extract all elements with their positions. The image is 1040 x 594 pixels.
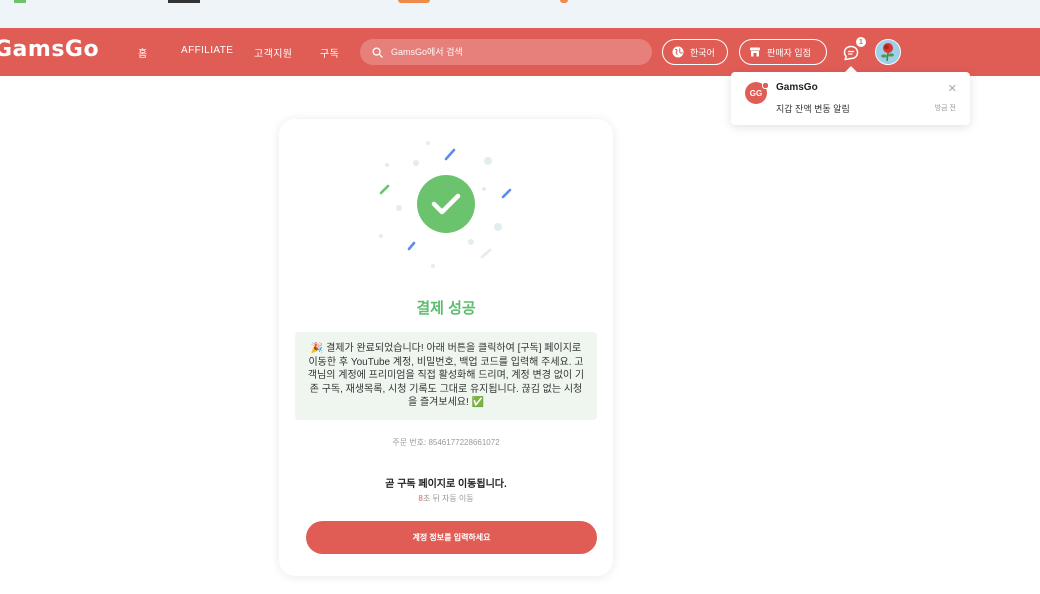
- globe-icon: [672, 46, 684, 58]
- top-browser-strip: [0, 0, 1040, 29]
- notification-time: 방금 전: [934, 105, 956, 112]
- top-navbar: GamsGo 홈 AFFILIATE 고객지원 구독 한국어 판매자 입점 1: [0, 28, 1040, 76]
- nav-link-subscription[interactable]: 구독: [320, 45, 339, 60]
- strip-fragment: [560, 0, 568, 3]
- strip-fragment: [168, 0, 200, 3]
- search-bar[interactable]: [360, 39, 652, 65]
- nav-link-home[interactable]: 홈: [138, 45, 148, 60]
- rose-avatar-icon: [876, 40, 899, 63]
- nav-link-affiliate[interactable]: AFFILIATE: [181, 45, 233, 56]
- enter-account-info-button[interactable]: 계정 정보를 입력하세요: [306, 521, 597, 554]
- strip-fragment: [14, 0, 26, 3]
- notification-popup[interactable]: GG GamsGo ✕ 지갑 잔액 변동 알림 방금 전: [731, 72, 970, 125]
- language-label: 한국어: [690, 47, 715, 58]
- message-icon[interactable]: [842, 44, 860, 62]
- redirect-notice: 곧 구독 페이지로 이동됩니다.: [385, 479, 507, 490]
- notification-message: 지갑 잔액 변동 알림: [776, 104, 850, 114]
- redirect-countdown: 8초 뒤 자동 이동: [279, 493, 613, 504]
- search-input[interactable]: [389, 46, 633, 58]
- search-icon: [372, 46, 383, 58]
- notification-title: GamsGo: [776, 82, 818, 93]
- message-count-badge: 1: [856, 37, 866, 47]
- close-icon[interactable]: ✕: [948, 82, 957, 95]
- gamsgo-logo[interactable]: GamsGo: [0, 37, 99, 62]
- payment-success-title: 결제 성공: [416, 300, 476, 317]
- language-button[interactable]: 한국어: [662, 39, 728, 65]
- seller-register-button[interactable]: 판매자 입점: [739, 39, 827, 65]
- strip-fragment: [398, 0, 430, 3]
- order-number: 주문 번호: 8546177228661072: [392, 438, 500, 447]
- success-check-icon: [379, 141, 512, 268]
- seller-label: 판매자 입점: [767, 47, 811, 58]
- unread-dot: [762, 82, 769, 89]
- user-avatar[interactable]: [875, 39, 901, 65]
- payment-success-card: 결제 성공 🎉 결제가 완료되었습니다! 아래 버튼을 클릭하여 [구독] 페이…: [279, 119, 613, 576]
- nav-link-support[interactable]: 고객지원: [254, 45, 292, 60]
- countdown-suffix: 초 뒤 자동 이동: [422, 494, 474, 503]
- success-message-box: 🎉 결제가 완료되었습니다! 아래 버튼을 클릭하여 [구독] 페이지로 이동한…: [295, 332, 597, 420]
- store-icon: [750, 47, 760, 57]
